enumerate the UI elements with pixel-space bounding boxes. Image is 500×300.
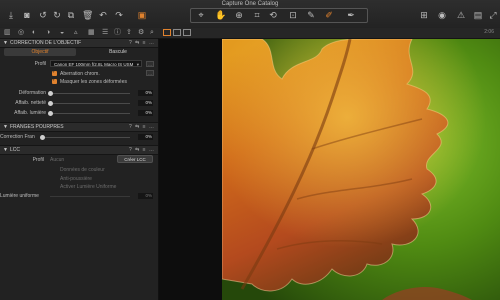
toolbar: Capture One Catalog ⤓ ◙ ↺ ↻ ⧉ 🗑 ↶ ↷ ▣ ⌖ … — [0, 0, 500, 29]
lens-icon[interactable]: ◐ — [32, 29, 36, 37]
fringe-correction-thumb[interactable] — [40, 135, 45, 140]
tab-bascule[interactable]: Bascule — [82, 48, 154, 56]
image-viewer[interactable] — [159, 39, 500, 300]
lcc-profile-value: Aucun — [50, 157, 65, 163]
light-falloff-value[interactable]: 0% — [138, 110, 153, 116]
uniform-light-label: Lumière uniforme — [0, 193, 39, 199]
multi-view-icon[interactable] — [173, 29, 181, 36]
purple-fringing-header[interactable]: ▼ FRANGES POURPRES ? ⇆ ≡ … — [0, 122, 158, 132]
view-icon[interactable]: ▤ — [472, 9, 484, 21]
sharpness-falloff-slider[interactable] — [50, 103, 130, 104]
distortion-slider-thumb[interactable] — [48, 91, 53, 96]
layers-icon[interactable]: ▣ — [136, 9, 148, 21]
details-icon[interactable]: ▵ — [74, 29, 78, 37]
rotate-right-icon[interactable]: ↻ — [52, 9, 62, 21]
uniform-light-value[interactable]: 0% — [138, 193, 153, 199]
section-title: LCC — [10, 147, 21, 153]
lens-correction-header[interactable]: ▼ CORRECTION DE L'OBJECTIF ? ⇆ ≡ … — [0, 38, 158, 48]
local-adjustments-icon[interactable]: ▦ — [88, 29, 95, 37]
capture-icon[interactable]: ◎ — [18, 29, 24, 37]
tab-objectif[interactable]: Objectif — [4, 48, 76, 56]
lens-profile-select[interactable]: Canon EF 100mm f/2.8L Macro IS USM ▾ — [50, 60, 142, 67]
lcc-option-uniform[interactable]: Activer Lumière Uniforme — [60, 184, 116, 190]
lens-profile-value: Canon EF 100mm f/2.8L Macro IS USM — [54, 62, 134, 67]
light-falloff-slider[interactable] — [50, 113, 130, 114]
create-lcc-button[interactable]: Créer LCC — [117, 155, 153, 163]
section-title: CORRECTION DE L'OBJECTIF — [10, 40, 82, 46]
sharpness-falloff-value[interactable]: 0% — [138, 100, 153, 106]
chevron-down-icon: ▾ — [136, 62, 139, 67]
lens-tabs: Objectif Bascule — [2, 48, 156, 56]
profile-menu-button[interactable]: … — [146, 61, 154, 67]
undo-icon[interactable]: ↶ — [98, 9, 108, 21]
profile-label: Profil — [34, 61, 46, 67]
eye-icon[interactable]: ◉ — [436, 9, 448, 21]
window-title: Capture One Catalog — [221, 1, 279, 7]
exposure-icon[interactable]: ◒ — [60, 29, 64, 37]
sharpness-falloff-thumb[interactable] — [48, 101, 53, 106]
section-controls[interactable]: ? ⇆ ≡ … — [129, 123, 155, 131]
expand-icon[interactable]: ⤢ — [488, 9, 498, 21]
uniform-light-slider[interactable] — [50, 196, 130, 197]
camera-icon[interactable]: ◙ — [22, 9, 32, 21]
compare-view-icon[interactable] — [183, 29, 191, 36]
collapse-arrow-icon[interactable]: ▼ — [3, 123, 8, 131]
adjustments-icon[interactable]: ☰ — [102, 29, 108, 37]
distortion-value[interactable]: 0% — [138, 90, 153, 96]
aberration-options-button[interactable]: … — [146, 70, 154, 76]
library-icon[interactable]: ▥ — [4, 29, 11, 37]
picker-icon[interactable]: ✎ — [304, 9, 318, 21]
zoom-icon[interactable]: ⊕ — [232, 9, 246, 21]
single-view-icon[interactable] — [163, 29, 171, 36]
rotate-tool-icon[interactable]: ⟲ — [266, 9, 280, 21]
download-icon[interactable]: ⤓ — [6, 9, 16, 21]
lcc-option-color[interactable]: Données de couleur — [60, 167, 105, 173]
tools-panel: ▼ CORRECTION DE L'OBJECTIF ? ⇆ ≡ … Objec… — [0, 38, 159, 300]
collapse-arrow-icon[interactable]: ▼ — [3, 146, 8, 154]
section-controls[interactable]: ? ⇆ ≡ … — [129, 146, 155, 154]
image-counter: 2:06 — [484, 29, 494, 35]
trash-icon[interactable]: 🗑 — [82, 9, 93, 21]
section-title: FRANGES POURPRES — [10, 124, 64, 130]
section-controls[interactable]: ? ⇆ ≡ … — [129, 39, 155, 47]
lcc-profile-label: Profil — [32, 157, 44, 163]
redo-icon[interactable]: ↷ — [114, 9, 124, 21]
collapse-arrow-icon[interactable]: ▼ — [3, 39, 8, 47]
crop-icon[interactable]: ⌗ — [250, 9, 264, 21]
distortion-label: Déformation — [18, 90, 46, 96]
warning-icon[interactable]: ⚠ — [455, 9, 467, 21]
sharpness-falloff-label: Affaib. netteté — [15, 100, 46, 106]
pointer-icon[interactable]: ⌖ — [194, 9, 208, 21]
eyedropper-icon[interactable]: ✒ — [344, 9, 358, 21]
grid-icon[interactable]: ⊞ — [418, 9, 430, 21]
color-icon[interactable]: ◑ — [46, 29, 50, 37]
hide-distorted-checkbox[interactable] — [52, 77, 57, 84]
search-icon[interactable]: ⌕ — [150, 29, 154, 37]
chromatic-aberration-label: Aberration chrom. — [60, 71, 100, 77]
distortion-slider[interactable] — [50, 93, 130, 94]
light-falloff-thumb[interactable] — [48, 111, 53, 116]
lcc-header[interactable]: ▼ LCC ? ⇆ ≡ … — [0, 145, 158, 155]
keystone-icon[interactable]: ⊡ — [286, 9, 300, 21]
brush-icon[interactable]: ✐ — [322, 9, 336, 21]
hide-distorted-label: Masquer les zones déformées — [60, 79, 127, 85]
chromatic-aberration-checkbox[interactable] — [52, 69, 57, 76]
hand-icon[interactable]: ✋ — [214, 9, 228, 21]
output-icon[interactable]: ⇪ — [126, 29, 132, 37]
fringe-correction-value[interactable]: 0% — [138, 134, 153, 140]
fringe-correction-slider[interactable] — [42, 137, 130, 138]
metadata-icon[interactable]: ⓘ — [114, 29, 121, 37]
lcc-option-dust[interactable]: Anti-poussière — [60, 176, 92, 182]
rotate-left-icon[interactable]: ↺ — [38, 9, 48, 21]
leaf-photo[interactable] — [222, 39, 500, 300]
light-falloff-label: Affaib. lumière — [14, 110, 46, 116]
copy-icon[interactable]: ⧉ — [66, 9, 76, 21]
batch-icon[interactable]: ⚙ — [138, 29, 144, 37]
fringe-correction-label: Correction Fran — [0, 134, 35, 140]
